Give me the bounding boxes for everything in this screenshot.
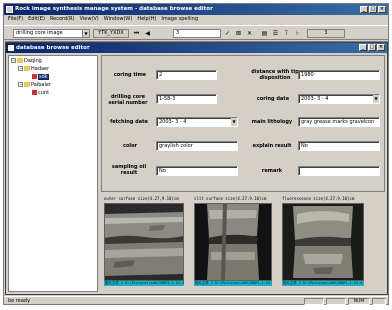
core-photo-slit-surface[interactable] bbox=[194, 203, 272, 281]
menu-window[interactable]: Window(W) bbox=[104, 15, 133, 24]
folder-icon bbox=[24, 66, 30, 71]
record-count: 3 bbox=[307, 29, 345, 38]
fetching-date-value: 2003- 3 - 4 bbox=[159, 119, 187, 125]
minimize-button[interactable]: _ bbox=[360, 6, 368, 13]
remark-field[interactable] bbox=[298, 166, 380, 176]
child-title: database browse editor bbox=[16, 45, 90, 51]
core-photo-outer-surface[interactable] bbox=[104, 203, 184, 281]
window-title: Rock image synthesis manage system - dat… bbox=[15, 6, 213, 12]
collapse-icon[interactable]: − bbox=[18, 66, 23, 71]
serial-number-field[interactable]: 1-58-3 bbox=[156, 94, 217, 104]
menu-file[interactable]: File(F) bbox=[8, 15, 23, 24]
toolbar: drilling core image ▼ YTK_YXDX ⏮ ◀ 3 ✓ ⊠… bbox=[4, 25, 388, 40]
distance-label: distance with tip disposition bbox=[251, 69, 299, 81]
color-field[interactable]: graylish color bbox=[156, 141, 238, 151]
coring-date-picker[interactable]: 2003- 3 - 4 ▼ bbox=[298, 94, 380, 104]
check-icon[interactable]: ✓ bbox=[223, 29, 232, 38]
status-bar: be ready NUM bbox=[4, 296, 388, 305]
status-text: be ready bbox=[8, 298, 31, 304]
folder-icon bbox=[24, 82, 30, 87]
tree-node-label: Hadaer bbox=[31, 66, 50, 72]
browse-editor-window: database browse editor _ □ × − Daqing − Ha… bbox=[5, 42, 388, 295]
collapse-icon[interactable]: − bbox=[11, 58, 16, 63]
status-pane-empty bbox=[326, 298, 346, 305]
tree-root[interactable]: − Daqing bbox=[11, 58, 42, 65]
close-button[interactable]: × bbox=[378, 6, 386, 13]
tree-leaf-cunt[interactable]: cunt bbox=[32, 90, 49, 97]
chevron-down-icon[interactable]: ▼ bbox=[373, 95, 379, 103]
tree-view[interactable]: − Daqing − Hadaer sdk − Paibaler cunt bbox=[8, 55, 98, 292]
tree-leaf-label: sdk bbox=[38, 74, 49, 80]
chevron-down-icon[interactable]: ▼ bbox=[231, 118, 237, 126]
image-panel: outer surface size(4.27,9.10)cm 图片文件_2 D… bbox=[101, 194, 385, 288]
image-caption: slit surface size(4.27,9.10)cm bbox=[194, 196, 267, 201]
lithology-field[interactable]: gray grease marks gravelcon bbox=[298, 117, 380, 127]
image-file-path: 图片文件_2 D:\Pictures\sdk\Y08P1-1-51-3 bbox=[104, 281, 184, 286]
status-pane-empty bbox=[372, 298, 386, 305]
tree-root-label: Daqing bbox=[24, 58, 42, 64]
maximize-button[interactable]: □ bbox=[369, 6, 377, 13]
sampling-oil-field[interactable]: No bbox=[156, 166, 238, 176]
document-icon bbox=[8, 45, 14, 51]
num-lock-indicator: NUM bbox=[348, 298, 370, 305]
menu-help[interactable]: Help(H) bbox=[137, 15, 156, 24]
remark-label: remark bbox=[261, 168, 283, 174]
menu-image-spelling[interactable]: Image spelling bbox=[161, 15, 198, 24]
serial-number-label: drilling core serial number bbox=[108, 94, 148, 106]
coring-time-label: coring time bbox=[113, 72, 147, 78]
tree-node-hadaer[interactable]: − Hadaer bbox=[18, 66, 49, 73]
folder-icon bbox=[17, 58, 23, 63]
tree-node-label: Paibaler bbox=[31, 82, 52, 88]
color-label: color bbox=[122, 143, 137, 149]
main-window: Rock image synthesis manage system - dat… bbox=[3, 3, 389, 305]
core-photo-fluorescence[interactable] bbox=[282, 203, 364, 281]
table-code: YTK_YXDX bbox=[93, 29, 129, 38]
text-icon[interactable]: T bbox=[282, 29, 291, 38]
chevron-down-icon[interactable]: ▼ bbox=[82, 30, 89, 37]
child-close-button[interactable]: × bbox=[377, 44, 385, 51]
image-file-path: 图片文件_2 D:\Pictures\sdk\Y08P1-1-51-3 bbox=[194, 281, 272, 286]
sampling-oil-label: sampling oil result bbox=[111, 164, 147, 176]
fetching-date-picker[interactable]: 2003- 3 - 4 ▼ bbox=[156, 117, 238, 127]
filter-icon[interactable]: ⊧ bbox=[293, 29, 302, 38]
tree-leaf-sdk[interactable]: sdk bbox=[32, 74, 49, 81]
app-icon bbox=[6, 6, 13, 13]
coring-time-field[interactable]: 2 bbox=[156, 70, 217, 80]
distance-field[interactable]: 1980 bbox=[298, 70, 380, 80]
menu-record[interactable]: Record(R) bbox=[50, 15, 75, 24]
coring-date-value: 2003- 3 - 4 bbox=[301, 96, 329, 102]
image-file-path: 图片文件_2 D:\Pictures\sdk\Y08P1-1-51-3 bbox=[282, 281, 364, 286]
fetching-date-label: fetching date bbox=[110, 119, 148, 125]
tree-leaf-label: cunt bbox=[38, 90, 50, 96]
image-caption: fluorescence size(4.27,9.10)cm bbox=[282, 196, 355, 201]
child-title-bar: database browse editor _ □ × bbox=[6, 43, 387, 53]
table-select[interactable]: drilling core image ▼ bbox=[13, 29, 90, 38]
menu-edit[interactable]: Edit(E) bbox=[28, 15, 45, 24]
cancel-icon[interactable]: ✕ bbox=[245, 29, 254, 38]
lithology-label: main lithology bbox=[251, 119, 293, 125]
status-pane-empty bbox=[304, 298, 324, 305]
delete-record-icon[interactable]: ⊠ bbox=[234, 29, 243, 38]
list-icon[interactable]: ☰ bbox=[271, 29, 280, 38]
coring-date-label: coring date bbox=[256, 96, 290, 102]
mdi-area: database browse editor _ □ × − Daqing − Ha… bbox=[5, 41, 388, 295]
menu-bar: File(F) Edit(E) Record(R) View(V) Window… bbox=[4, 15, 388, 24]
well-icon bbox=[32, 74, 37, 79]
explain-result-field[interactable]: No bbox=[298, 141, 380, 151]
title-bar: Rock image synthesis manage system - dat… bbox=[4, 4, 388, 15]
well-icon bbox=[32, 90, 37, 95]
record-form: coring time 2 distance with tip disposit… bbox=[101, 55, 385, 192]
tree-node-paibaler[interactable]: − Paibaler bbox=[18, 82, 51, 89]
table-select-value: drilling core image bbox=[16, 30, 63, 36]
first-record-icon[interactable]: ⏮ bbox=[132, 29, 141, 38]
menu-view[interactable]: View(V) bbox=[80, 15, 99, 24]
collapse-icon[interactable]: − bbox=[18, 82, 23, 87]
child-minimize-button[interactable]: _ bbox=[359, 44, 367, 51]
child-maximize-button[interactable]: □ bbox=[368, 44, 376, 51]
prev-record-icon[interactable]: ◀ bbox=[143, 29, 152, 38]
image-caption: outer surface size(4.27,9.10)cm bbox=[104, 196, 179, 201]
explain-result-label: explain result bbox=[252, 143, 292, 149]
grid-icon[interactable]: ▤ bbox=[260, 29, 269, 38]
record-number-input[interactable]: 3 bbox=[173, 29, 221, 38]
